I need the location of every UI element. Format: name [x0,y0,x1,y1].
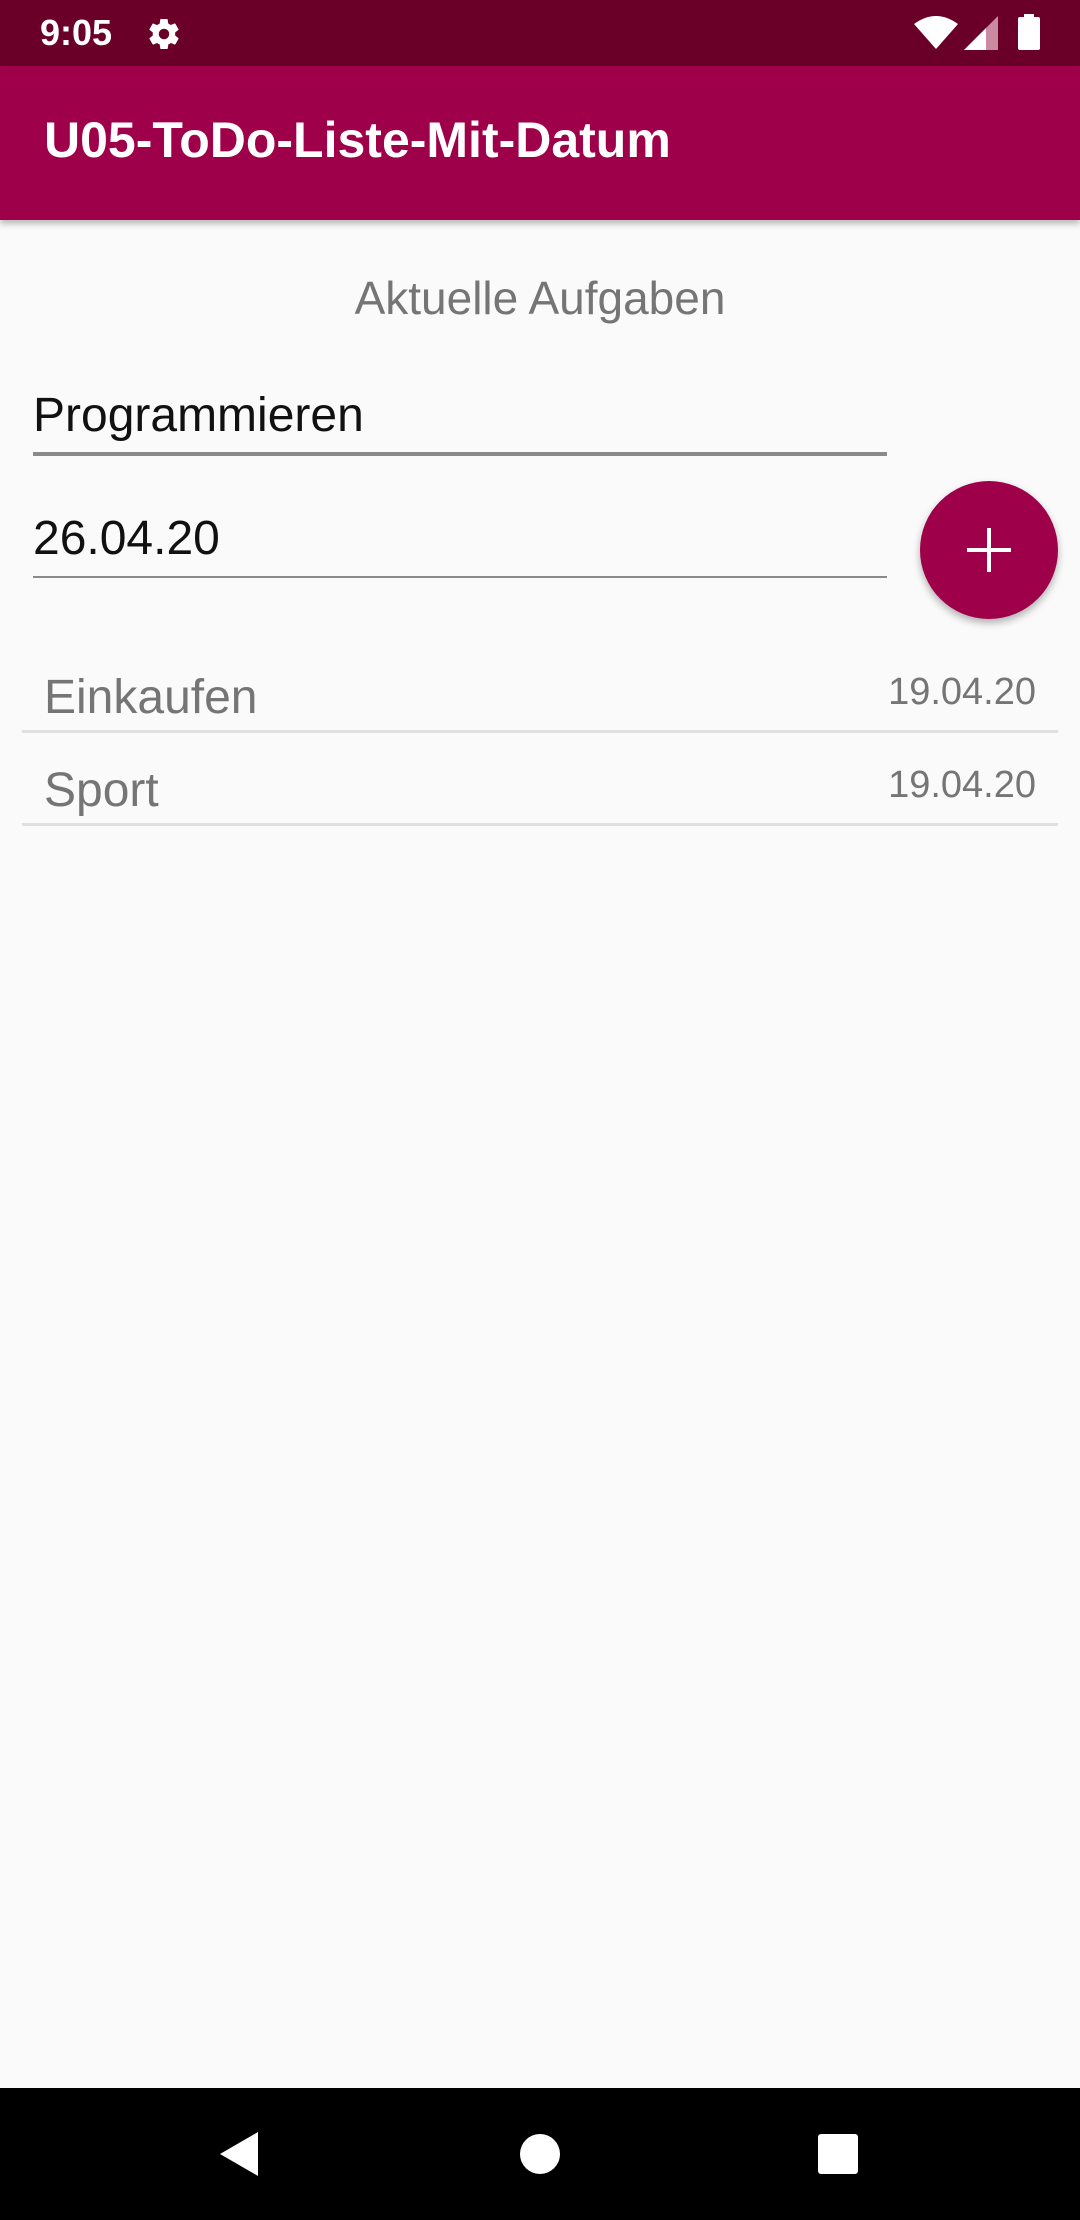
wifi-icon [914,16,958,50]
status-bar: 9:05 [0,0,1080,66]
task-input-underline [33,452,887,456]
todo-date: 19.04.20 [888,764,1036,806]
back-icon[interactable] [218,2130,262,2178]
date-input-underline [33,576,887,578]
signal-icon [964,16,998,50]
task-input[interactable] [33,385,887,445]
date-input[interactable] [33,508,887,568]
navigation-bar [0,2088,1080,2220]
plus-icon [967,528,1011,572]
list-item[interactable]: Sport 19.04.20 [22,733,1058,826]
home-icon[interactable] [520,2134,560,2174]
todo-name: Einkaufen [44,671,258,724]
todo-list: Einkaufen 19.04.20 Sport 19.04.20 [22,640,1058,826]
todo-date: 19.04.20 [888,671,1036,713]
recents-icon[interactable] [818,2134,858,2174]
battery-icon [1018,14,1040,50]
list-item[interactable]: Einkaufen 19.04.20 [22,640,1058,733]
status-time: 9:05 [40,12,113,53]
add-task-button[interactable] [920,481,1058,619]
section-title: Aktuelle Aufgaben [354,272,726,324]
app-bar: U05-ToDo-Liste-Mit-Datum [0,66,1080,220]
gear-icon [146,16,182,52]
todo-name: Sport [44,764,159,817]
app-title: U05-ToDo-Liste-Mit-Datum [44,112,671,168]
